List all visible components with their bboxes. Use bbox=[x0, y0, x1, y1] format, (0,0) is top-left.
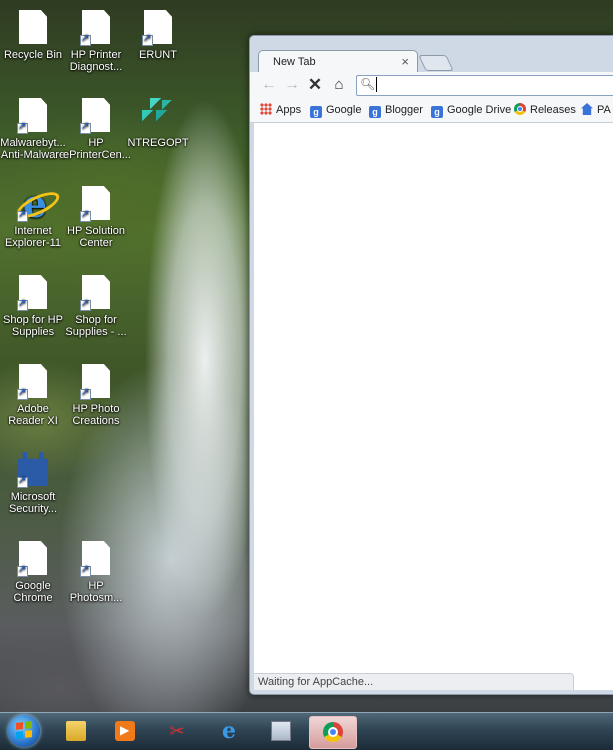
document-shortcut-icon bbox=[80, 541, 112, 577]
desktop-icon-label: HP Photosm... bbox=[69, 580, 123, 604]
document-shortcut-icon bbox=[17, 541, 49, 577]
desktop-icon-erunt[interactable]: ERUNT bbox=[125, 10, 191, 61]
cubes-icon bbox=[142, 98, 174, 134]
bookmark-apps[interactable]: Apps bbox=[260, 103, 301, 118]
search-icon: 🔍︎ bbox=[360, 77, 376, 91]
document-shortcut-icon bbox=[17, 98, 49, 134]
desktop-icon-label: Shop for Supplies - ... bbox=[65, 314, 127, 338]
page-content[interactable] bbox=[254, 123, 613, 690]
desktop-icon-hp-photo-creations[interactable]: HP Photo Creations bbox=[63, 364, 129, 427]
desktop-icon-label: Shop for HP Supplies bbox=[3, 314, 63, 338]
document-shortcut-icon bbox=[17, 275, 49, 311]
home-icon[interactable]: ⌂ bbox=[330, 76, 348, 94]
google-icon: g bbox=[431, 106, 443, 118]
document-shortcut-icon bbox=[80, 275, 112, 311]
internet-explorer-icon: e bbox=[17, 185, 49, 223]
desktop-icon-adobe-reader[interactable]: Adobe Reader XI bbox=[0, 364, 66, 427]
desktop-icon-label: NTREGOPT bbox=[127, 137, 189, 149]
taskbar-internet-explorer[interactable]: e bbox=[206, 716, 252, 747]
desktop-icon-recycle-bin[interactable]: Recycle Bin bbox=[0, 10, 66, 61]
desktop-icon-hp-printer-diagnostics[interactable]: HP Printer Diagnost... bbox=[63, 10, 129, 73]
document-shortcut-icon bbox=[17, 364, 49, 400]
desktop-icon-label: HP ePrinterCen... bbox=[63, 137, 131, 161]
apps-grid-icon bbox=[260, 103, 272, 115]
scissors-icon: ✂ bbox=[169, 721, 185, 741]
desktop-icon-shop-for-supplies[interactable]: Shop for Supplies - ... bbox=[63, 275, 129, 338]
folder-icon bbox=[66, 721, 86, 741]
tab-strip: New Tab × bbox=[250, 36, 613, 73]
calculator-icon bbox=[271, 721, 291, 741]
document-shortcut-icon bbox=[80, 98, 112, 134]
desktop-icon-malwarebytes[interactable]: Malwarebyt... Anti-Malware bbox=[0, 98, 66, 161]
forward-arrow-icon[interactable]: → bbox=[283, 76, 301, 94]
taskbar-snipping-tool[interactable]: ✂ bbox=[154, 716, 200, 747]
taskbar-calculator[interactable] bbox=[258, 716, 304, 747]
desktop-icon-microsoft-security[interactable]: Microsoft Security... bbox=[0, 452, 66, 515]
home-icon bbox=[581, 103, 593, 115]
desktop-icon-hp-eprintercenter[interactable]: HP ePrinterCen... bbox=[63, 98, 131, 161]
address-bar[interactable]: 🔍︎ bbox=[356, 75, 613, 96]
tab-title: New Tab bbox=[273, 56, 316, 68]
internet-explorer-icon: e bbox=[222, 718, 236, 744]
document-shortcut-icon bbox=[80, 186, 112, 222]
taskbar-google-chrome[interactable] bbox=[309, 716, 357, 749]
desktop-icon-label: Microsoft Security... bbox=[8, 491, 58, 515]
desktop-icon-label: Internet Explorer-11 bbox=[4, 225, 62, 249]
address-input[interactable] bbox=[376, 77, 607, 92]
bookmark-releases[interactable]: Releases bbox=[514, 103, 576, 118]
desktop-icon-google-chrome[interactable]: Google Chrome bbox=[0, 541, 66, 604]
tab-new-tab[interactable]: New Tab × bbox=[258, 50, 418, 73]
desktop-icon-label: Recycle Bin bbox=[3, 49, 63, 61]
bookmark-blogger[interactable]: g Blogger bbox=[369, 103, 423, 118]
browser-window: New Tab × ← → ✕ ⌂ 🔍︎ Apps g Google g Blogg… bbox=[249, 35, 613, 695]
bookmark-label: PA bbox=[597, 104, 611, 116]
bookmark-label: Google bbox=[326, 104, 362, 116]
stop-loading-icon[interactable]: ✕ bbox=[306, 76, 324, 94]
desktop-icon-label: Google Chrome bbox=[13, 580, 53, 604]
desktop-icon-hp-solution-center[interactable]: HP Solution Center bbox=[63, 186, 129, 249]
bookmarks-bar: Apps g Google g Blogger g Google Drive Rele… bbox=[250, 98, 613, 123]
bookmark-label: Releases bbox=[530, 104, 576, 116]
recycle-bin-icon bbox=[17, 10, 49, 46]
taskbar-windows-explorer[interactable] bbox=[53, 716, 99, 747]
bookmark-google-drive[interactable]: g Google Drive bbox=[431, 103, 511, 118]
security-castle-icon bbox=[17, 452, 49, 488]
desktop-icon-label: Adobe Reader XI bbox=[8, 403, 58, 427]
desktop-icon-internet-explorer[interactable]: e Internet Explorer-11 bbox=[0, 185, 66, 250]
back-arrow-icon[interactable]: ← bbox=[260, 76, 278, 94]
taskbar: ✂ e bbox=[0, 712, 613, 750]
desktop-icon-shop-hp-supplies[interactable]: Shop for HP Supplies bbox=[0, 275, 66, 338]
chrome-icon bbox=[514, 103, 526, 115]
windows-logo-icon bbox=[16, 721, 32, 739]
google-icon: g bbox=[369, 106, 381, 118]
document-shortcut-icon bbox=[80, 364, 112, 400]
desktop-icon-label: ERUNT bbox=[139, 49, 177, 61]
close-tab-icon[interactable]: × bbox=[401, 54, 409, 69]
desktop-icon-hp-photosmart[interactable]: HP Photosm... bbox=[63, 541, 129, 604]
desktop-icon-label: Malwarebyt... Anti-Malware bbox=[0, 137, 66, 161]
desktop-icon-ntregopt[interactable]: NTREGOPT bbox=[125, 98, 191, 149]
chrome-icon bbox=[323, 722, 343, 742]
desktop-icon-label: HP Photo Creations bbox=[72, 403, 120, 427]
media-player-icon bbox=[115, 721, 135, 741]
bookmark-google[interactable]: g Google bbox=[310, 103, 361, 118]
desktop-icon-label: HP Solution Center bbox=[67, 225, 125, 249]
document-shortcut-icon bbox=[142, 10, 174, 46]
bookmark-label: Blogger bbox=[385, 104, 423, 116]
google-icon: g bbox=[310, 106, 322, 118]
taskbar-media-player[interactable] bbox=[102, 716, 148, 747]
bookmark-label: Apps bbox=[276, 104, 302, 116]
document-shortcut-icon bbox=[80, 10, 112, 46]
desktop-icon-label: HP Printer Diagnost... bbox=[69, 49, 123, 73]
new-tab-button[interactable] bbox=[418, 55, 454, 71]
status-bubble: Waiting for AppCache... bbox=[254, 673, 574, 690]
bookmark-pa[interactable]: PA bbox=[581, 103, 611, 118]
start-button[interactable] bbox=[8, 715, 40, 747]
browser-toolbar: ← → ✕ ⌂ 🔍︎ bbox=[250, 72, 613, 99]
bookmark-label: Google Drive bbox=[447, 104, 512, 116]
